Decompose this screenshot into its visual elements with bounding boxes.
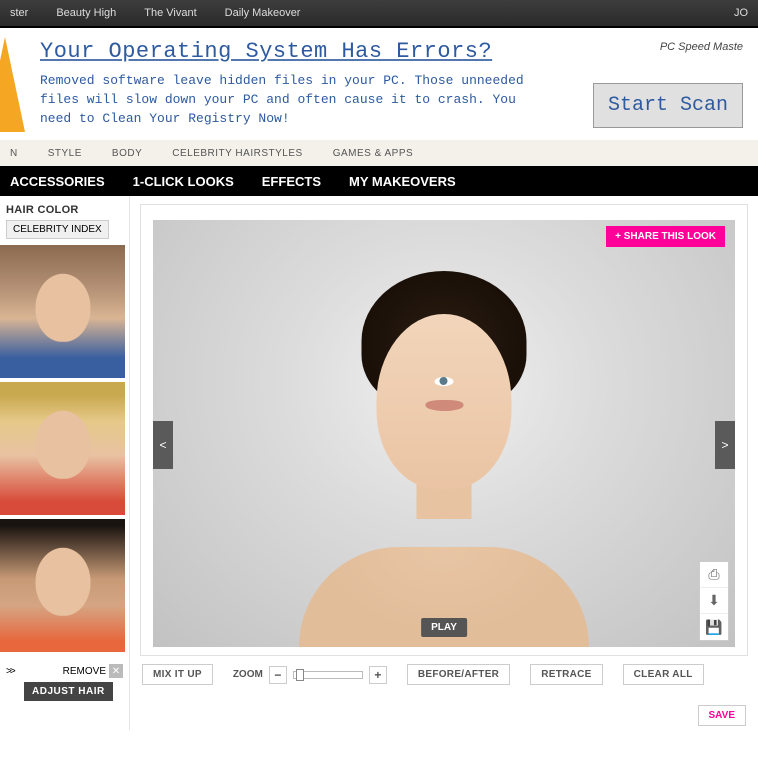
mix-it-up-button[interactable]: MIX IT UP <box>142 664 213 685</box>
ad-text: Your Operating System Has Errors? Remove… <box>25 39 593 129</box>
sidebar: HAIR COLOR CELEBRITY INDEX >> REMOVE ✕ A… <box>0 196 130 730</box>
tool-menu: ACCESSORIES 1-CLICK LOOKS EFFECTS MY MAK… <box>0 166 758 196</box>
save-button[interactable]: SAVE <box>698 705 747 726</box>
zoom-slider-track[interactable] <box>293 671 363 679</box>
canvas-tool-icons: ⎙ ⬇ 💾 <box>699 561 729 641</box>
remove-x-icon[interactable]: ✕ <box>109 664 123 678</box>
top-nav-item-1[interactable]: Beauty High <box>56 7 116 19</box>
share-look-button[interactable]: + SHARE THIS LOOK <box>606 226 725 247</box>
cat-item-1[interactable]: STYLE <box>48 148 82 159</box>
sidebar-header: HAIR COLOR <box>0 196 129 220</box>
clear-all-button[interactable]: CLEAR ALL <box>623 664 704 685</box>
makeover-canvas[interactable]: PLAY <box>153 220 735 647</box>
celebrity-thumb-3[interactable] <box>0 519 125 652</box>
warning-icon <box>0 37 25 132</box>
cat-item-0[interactable]: N <box>10 148 18 159</box>
remove-button[interactable]: REMOVE <box>63 666 106 677</box>
celebrity-thumb-2[interactable] <box>0 382 125 515</box>
download-icon[interactable]: ⬇ <box>700 588 728 614</box>
tool-menu-accessories[interactable]: ACCESSORIES <box>10 174 105 189</box>
ad-brand: PC Speed Maste <box>593 41 743 53</box>
zoom-slider-thumb[interactable] <box>296 669 304 681</box>
scroll-arrows-icon[interactable]: >> <box>6 666 14 677</box>
top-nav-item-2[interactable]: The Vivant <box>144 7 196 19</box>
ad-banner: Your Operating System Has Errors? Remove… <box>0 28 758 140</box>
celebrity-index-button[interactable]: CELEBRITY INDEX <box>6 220 109 239</box>
celebrity-thumb-1[interactable] <box>0 245 125 378</box>
canvas-frame: + SHARE THIS LOOK PLAY < > ⎙ ⬇ 💾 <box>140 204 748 656</box>
top-nav-right[interactable]: JO <box>734 7 748 19</box>
celebrity-thumbnails <box>0 245 129 652</box>
tool-menu-effects[interactable]: EFFECTS <box>262 174 321 189</box>
tool-menu-makeovers[interactable]: MY MAKEOVERS <box>349 174 456 189</box>
prev-arrow-button[interactable]: < <box>153 421 173 469</box>
retrace-button[interactable]: RETRACE <box>530 664 602 685</box>
ad-title: Your Operating System Has Errors? <box>40 39 593 64</box>
tool-menu-1click[interactable]: 1-CLICK LOOKS <box>133 174 234 189</box>
zoom-control: ZOOM − + <box>233 666 387 684</box>
zoom-in-button[interactable]: + <box>369 666 387 684</box>
ad-body: Removed software leave hidden files in y… <box>40 72 540 129</box>
top-nav-item-0[interactable]: ster <box>10 7 28 19</box>
zoom-out-button[interactable]: − <box>269 666 287 684</box>
next-arrow-button[interactable]: > <box>715 421 735 469</box>
save-disk-icon[interactable]: 💾 <box>700 614 728 640</box>
before-after-button[interactable]: BEFORE/AFTER <box>407 664 510 685</box>
print-icon[interactable]: ⎙ <box>700 562 728 588</box>
play-button[interactable]: PLAY <box>421 618 467 637</box>
cat-item-3[interactable]: CELEBRITY HAIRSTYLES <box>172 148 302 159</box>
top-nav-item-3[interactable]: Daily Makeover <box>225 7 301 19</box>
zoom-label: ZOOM <box>233 669 263 680</box>
start-scan-button[interactable]: Start Scan <box>593 83 743 128</box>
bottom-toolbar: MIX IT UP ZOOM − + BEFORE/AFTER RETRACE … <box>140 656 748 726</box>
main-area: HAIR COLOR CELEBRITY INDEX >> REMOVE ✕ A… <box>0 196 758 730</box>
adjust-hair-button[interactable]: ADJUST HAIR <box>24 682 113 701</box>
top-nav-bar: ster Beauty High The Vivant Daily Makeov… <box>0 0 758 28</box>
category-menu: N STYLE BODY CELEBRITY HAIRSTYLES GAMES … <box>0 140 758 166</box>
cat-item-4[interactable]: GAMES & APPS <box>333 148 413 159</box>
canvas-area: + SHARE THIS LOOK PLAY < > ⎙ ⬇ 💾 <box>130 196 758 730</box>
cat-item-2[interactable]: BODY <box>112 148 142 159</box>
